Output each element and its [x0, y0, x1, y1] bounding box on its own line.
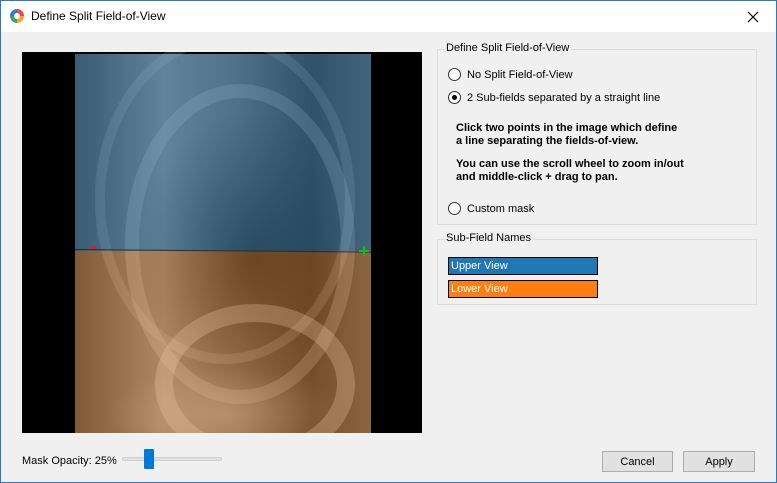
radio-label: No Split Field-of-View: [467, 68, 573, 81]
radio-button[interactable]: [448, 202, 461, 215]
split-point-marker-1[interactable]: [91, 246, 96, 249]
split-point-marker-2[interactable]: [359, 246, 369, 256]
radio-label: 2 Sub-fields separated by a straight lin…: [467, 91, 661, 104]
close-icon: [747, 11, 759, 23]
close-button[interactable]: [730, 1, 776, 32]
title-bar: Define Split Field-of-View: [1, 1, 776, 32]
radio-two-subfields[interactable]: 2 Sub-fields separated by a straight lin…: [448, 91, 660, 104]
instruction-text-2: You can use the scroll wheel to zoom in/…: [456, 158, 684, 183]
upper-view-name-field[interactable]: Upper View: [448, 257, 598, 275]
mask-opacity-label: Mask Opacity: 25%: [22, 455, 117, 467]
split-fov-group: Define Split Field-of-View No Split Fiel…: [437, 42, 757, 225]
subfield-names-group: Sub-Field Names Upper View Lower View: [437, 232, 757, 305]
split-fov-group-title: Define Split Field-of-View: [444, 42, 572, 54]
radio-label: Custom mask: [467, 202, 535, 215]
lower-subfield-mask: [75, 251, 371, 433]
lower-view-name-field[interactable]: Lower View: [448, 280, 598, 298]
mask-opacity-slider-handle[interactable]: [144, 449, 154, 469]
cancel-button[interactable]: Cancel: [602, 451, 673, 472]
apply-button[interactable]: Apply: [683, 451, 755, 472]
instruction-text-1: Click two points in the image which defi…: [456, 122, 678, 147]
camera-image-view[interactable]: [22, 52, 422, 433]
camera-image: [75, 52, 371, 433]
radio-no-split[interactable]: No Split Field-of-View: [448, 68, 573, 81]
radio-custom-mask[interactable]: Custom mask: [448, 202, 534, 215]
upper-subfield-mask: [75, 54, 371, 251]
radio-button[interactable]: [448, 68, 461, 81]
subfield-names-title: Sub-Field Names: [444, 232, 533, 244]
dialog-window: Define Split Field-of-View Define Split …: [0, 0, 777, 483]
mask-opacity-slider-track[interactable]: [122, 457, 222, 461]
radio-button[interactable]: [448, 91, 461, 104]
app-logo-icon: [10, 9, 24, 23]
window-title: Define Split Field-of-View: [31, 9, 166, 23]
